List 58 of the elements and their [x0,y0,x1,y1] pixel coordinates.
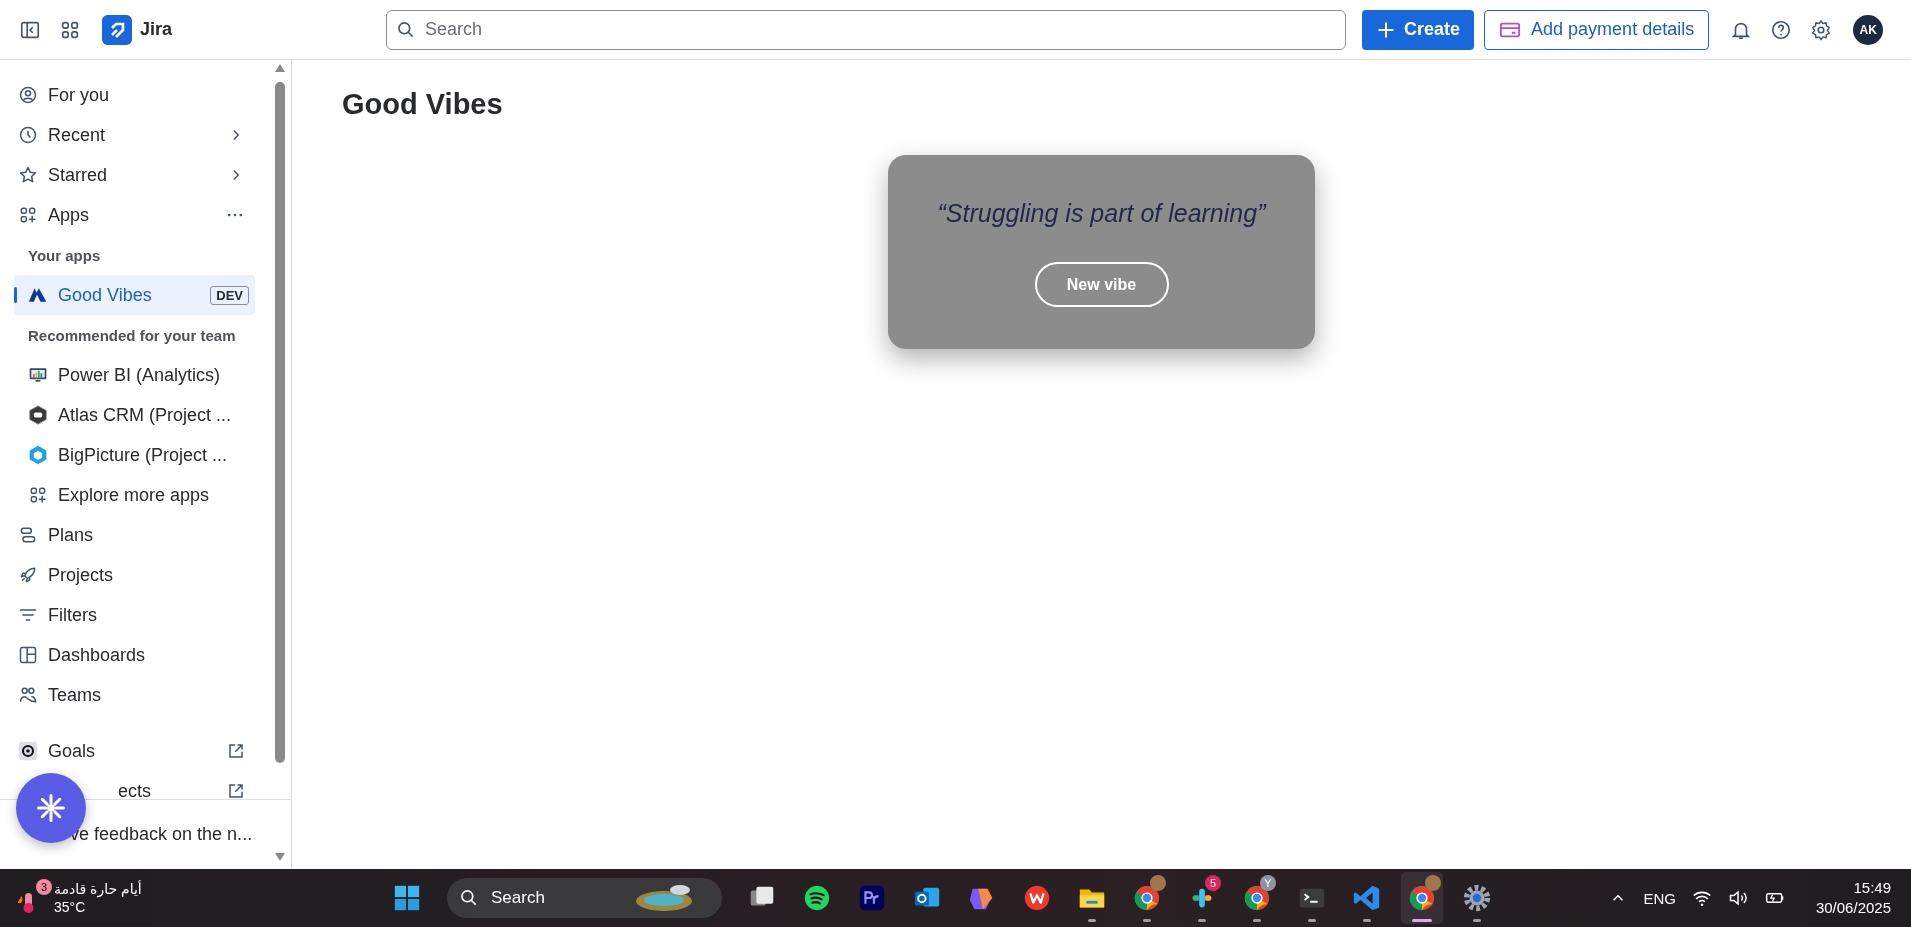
scroll-down-icon[interactable] [275,853,285,861]
taskbar-search-field[interactable]: Search [447,878,722,918]
nav-item[interactable]: For you [14,75,255,115]
create-button[interactable]: Create [1362,9,1475,50]
add-payment-button[interactable]: Add payment details [1484,9,1710,50]
clock-date[interactable]: 30/06/2025 [1815,898,1891,918]
clock-icon [18,125,38,145]
user-avatar[interactable]: AK [1853,14,1884,45]
hexagon-icon [28,405,48,425]
nav-item[interactable]: Teams [14,675,255,715]
dashboard-icon [18,645,38,665]
bar-chart-monitor-icon [28,365,48,385]
person-icon [18,85,38,105]
cube-icon [28,445,48,465]
notification-count: 3 [36,879,52,895]
temperature[interactable]: 35°C [54,898,142,916]
nav-item[interactable]: Projects [14,555,255,595]
people-icon [18,685,38,705]
nav-item[interactable]: Apps [14,195,255,235]
scroll-up-icon[interactable] [275,64,285,72]
nav-item[interactable]: ects [14,771,255,799]
apps-grid-icon [18,205,38,225]
nav-item[interactable]: Filters [14,595,255,635]
clock-time[interactable]: 15:49 [1853,878,1891,898]
volume-icon[interactable] [1727,888,1748,908]
nav-item[interactable]: Dashboards [14,635,255,675]
page-title: Good Vibes [342,88,504,122]
sparkle-icon [36,793,66,823]
rocket-icon [18,565,38,585]
external-link-icon[interactable] [227,742,245,760]
quote-text: “Struggling is part of learning” [937,199,1266,228]
nav-item[interactable]: Starred [14,155,255,195]
app-item[interactable]: Power BI (Analytics) [14,355,255,395]
app-item[interactable]: BigPicture (Project ... [14,435,255,475]
nav-item[interactable]: Plans [14,515,255,555]
language-indicator[interactable]: ENG [1643,889,1676,907]
target-icon [18,741,38,761]
apps-grid-icon [28,485,48,505]
jira-logo-icon[interactable] [102,14,132,45]
nav-item[interactable]: Goals [14,731,255,771]
app-name[interactable]: Jira [140,19,173,40]
search-icon [459,888,479,908]
star-icon [18,165,38,185]
nav-item[interactable]: Recent [14,115,255,155]
dev-tag: DEV [210,285,249,305]
app-item[interactable]: Good Vibes DEV [14,275,255,315]
external-link-icon[interactable] [227,782,245,799]
landscape-icon [633,883,695,913]
app-item[interactable]: Atlas CRM (Project ... [14,395,255,435]
weather-text[interactable]: أيام حارة قادمة [54,880,142,898]
plans-icon [18,525,38,545]
app-item[interactable]: Explore more apps [14,475,255,515]
app-icon[interactable] [1401,872,1443,924]
section-heading: Your apps [27,245,102,266]
section-heading: Recommended for your team [27,325,237,346]
search-field[interactable]: Search [386,9,1347,50]
scrollbar[interactable] [273,64,287,861]
taskbar-search-input[interactable]: Search [489,887,623,909]
